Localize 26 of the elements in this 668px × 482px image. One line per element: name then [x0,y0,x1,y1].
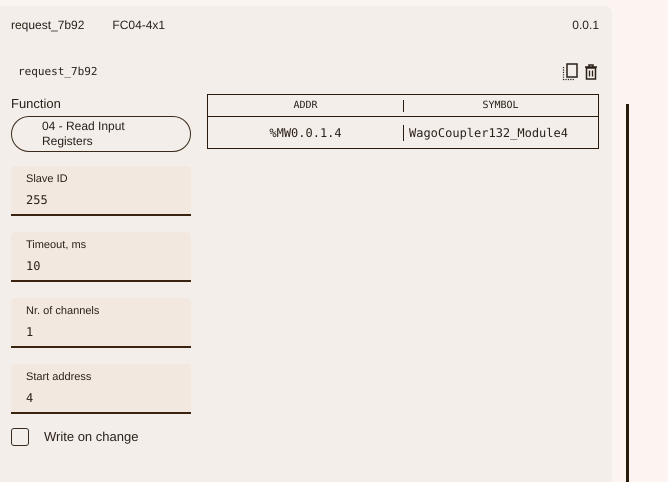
function-select[interactable]: 04 - Read Input Registers [11,116,191,152]
checkbox[interactable] [11,428,29,446]
table-cell: %MW0.0.1.4 [269,126,342,140]
input-field[interactable]: Slave ID 255 [11,166,191,216]
request-title: request_7b92 [18,64,98,80]
field-label: Nr. of channels [26,304,100,318]
input-field[interactable]: Start address 4 [11,364,191,414]
field-label: Timeout, ms [26,238,88,252]
field-value: 1 [26,324,34,340]
input-field[interactable]: Nr. of channels 1 [11,298,191,348]
trash-icon[interactable] [584,64,598,80]
copy-icon[interactable] [562,63,578,81]
function-label: Function [11,95,62,113]
checkbox-label: Write on change [44,428,138,446]
input-field[interactable]: Timeout, ms 10 [11,232,191,282]
field-value: 4 [26,390,34,406]
version-label: 0.0.1 [572,17,599,34]
field-label: Slave ID [26,172,69,186]
column-header: ADDR [293,100,318,111]
field-value: 10 [26,258,42,274]
column-header: SYMBOL [482,100,519,111]
table-cell: WagoCoupler132_Module4 [409,126,568,140]
function-code: FC04-4x1 [112,17,166,34]
field-value: 255 [26,192,49,208]
request-name: request_7b92 [11,17,84,34]
field-label: Start address [26,370,92,384]
